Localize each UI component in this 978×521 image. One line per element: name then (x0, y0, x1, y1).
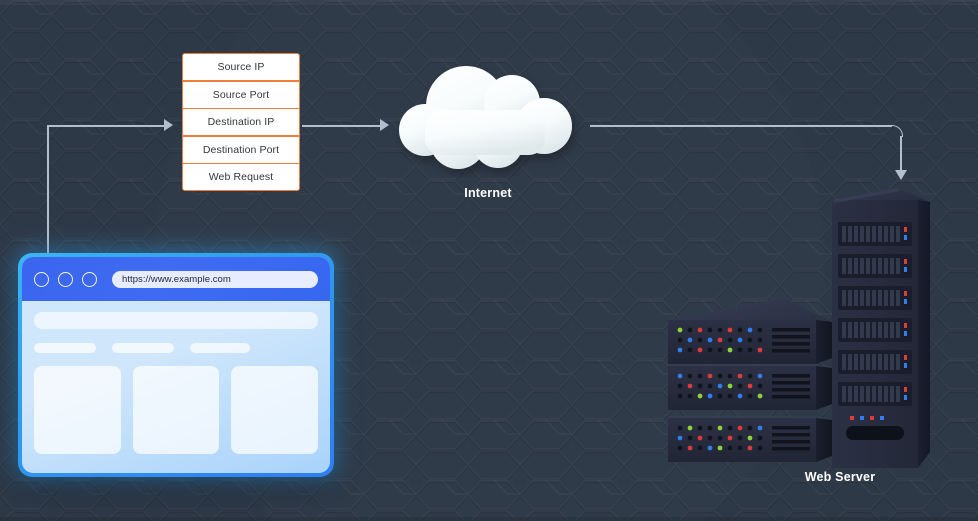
connector-packet-to-cloud (302, 125, 380, 127)
top-edge-band (0, 0, 978, 5)
bottom-edge-band (0, 517, 978, 521)
content-card-row (34, 366, 319, 454)
browser-content (22, 301, 330, 454)
server-led-grid (677, 425, 763, 451)
packet-field-web-request: Web Request (182, 163, 300, 191)
content-card-2 (132, 366, 220, 454)
packet-field-destination-port: Destination Port (182, 135, 300, 164)
connector-browser-vertical (47, 125, 49, 260)
url-text: https://www.example.com (122, 273, 231, 285)
diagram-canvas: Source IP Source Port Destination IP Des… (0, 0, 978, 521)
web-server-illustration: Web Server (650, 180, 930, 484)
content-label-3 (190, 343, 250, 353)
connector-server-vertical (900, 136, 902, 172)
content-subtitle-row (34, 343, 318, 353)
window-close-button[interactable] (34, 271, 49, 287)
server-tower (832, 188, 930, 468)
connector-browser-horizontal (47, 125, 164, 127)
packet-field-source-ip: Source IP (182, 53, 300, 81)
arrowhead-to-packet (164, 119, 173, 131)
packet-field-source-port: Source Port (182, 80, 300, 109)
server-led-grid (677, 327, 763, 353)
content-card-3 (231, 366, 319, 454)
arrowhead-to-cloud (380, 119, 389, 131)
content-label-2 (112, 343, 174, 353)
internet-cloud-icon: Internet (392, 60, 584, 200)
server-label: Web Server (804, 470, 876, 484)
browser-window[interactable]: https://www.example.com (18, 253, 334, 477)
url-input[interactable]: https://www.example.com (112, 270, 318, 288)
window-minimize-button[interactable] (58, 271, 73, 287)
network-packet: Source IP Source Port Destination IP Des… (182, 53, 300, 191)
packet-field-destination-ip: Destination IP (182, 108, 300, 136)
arrowhead-to-server (894, 170, 907, 180)
connector-cloud-to-server (590, 125, 892, 127)
browser-titlebar: https://www.example.com (22, 257, 330, 301)
window-maximize-button[interactable] (82, 271, 97, 287)
cloud-label: Internet (464, 186, 512, 200)
content-card-1 (34, 366, 121, 454)
content-label-1 (34, 343, 96, 353)
server-led-grid (677, 373, 763, 399)
server-rack-stack (668, 298, 832, 462)
content-header-placeholder (34, 312, 318, 329)
